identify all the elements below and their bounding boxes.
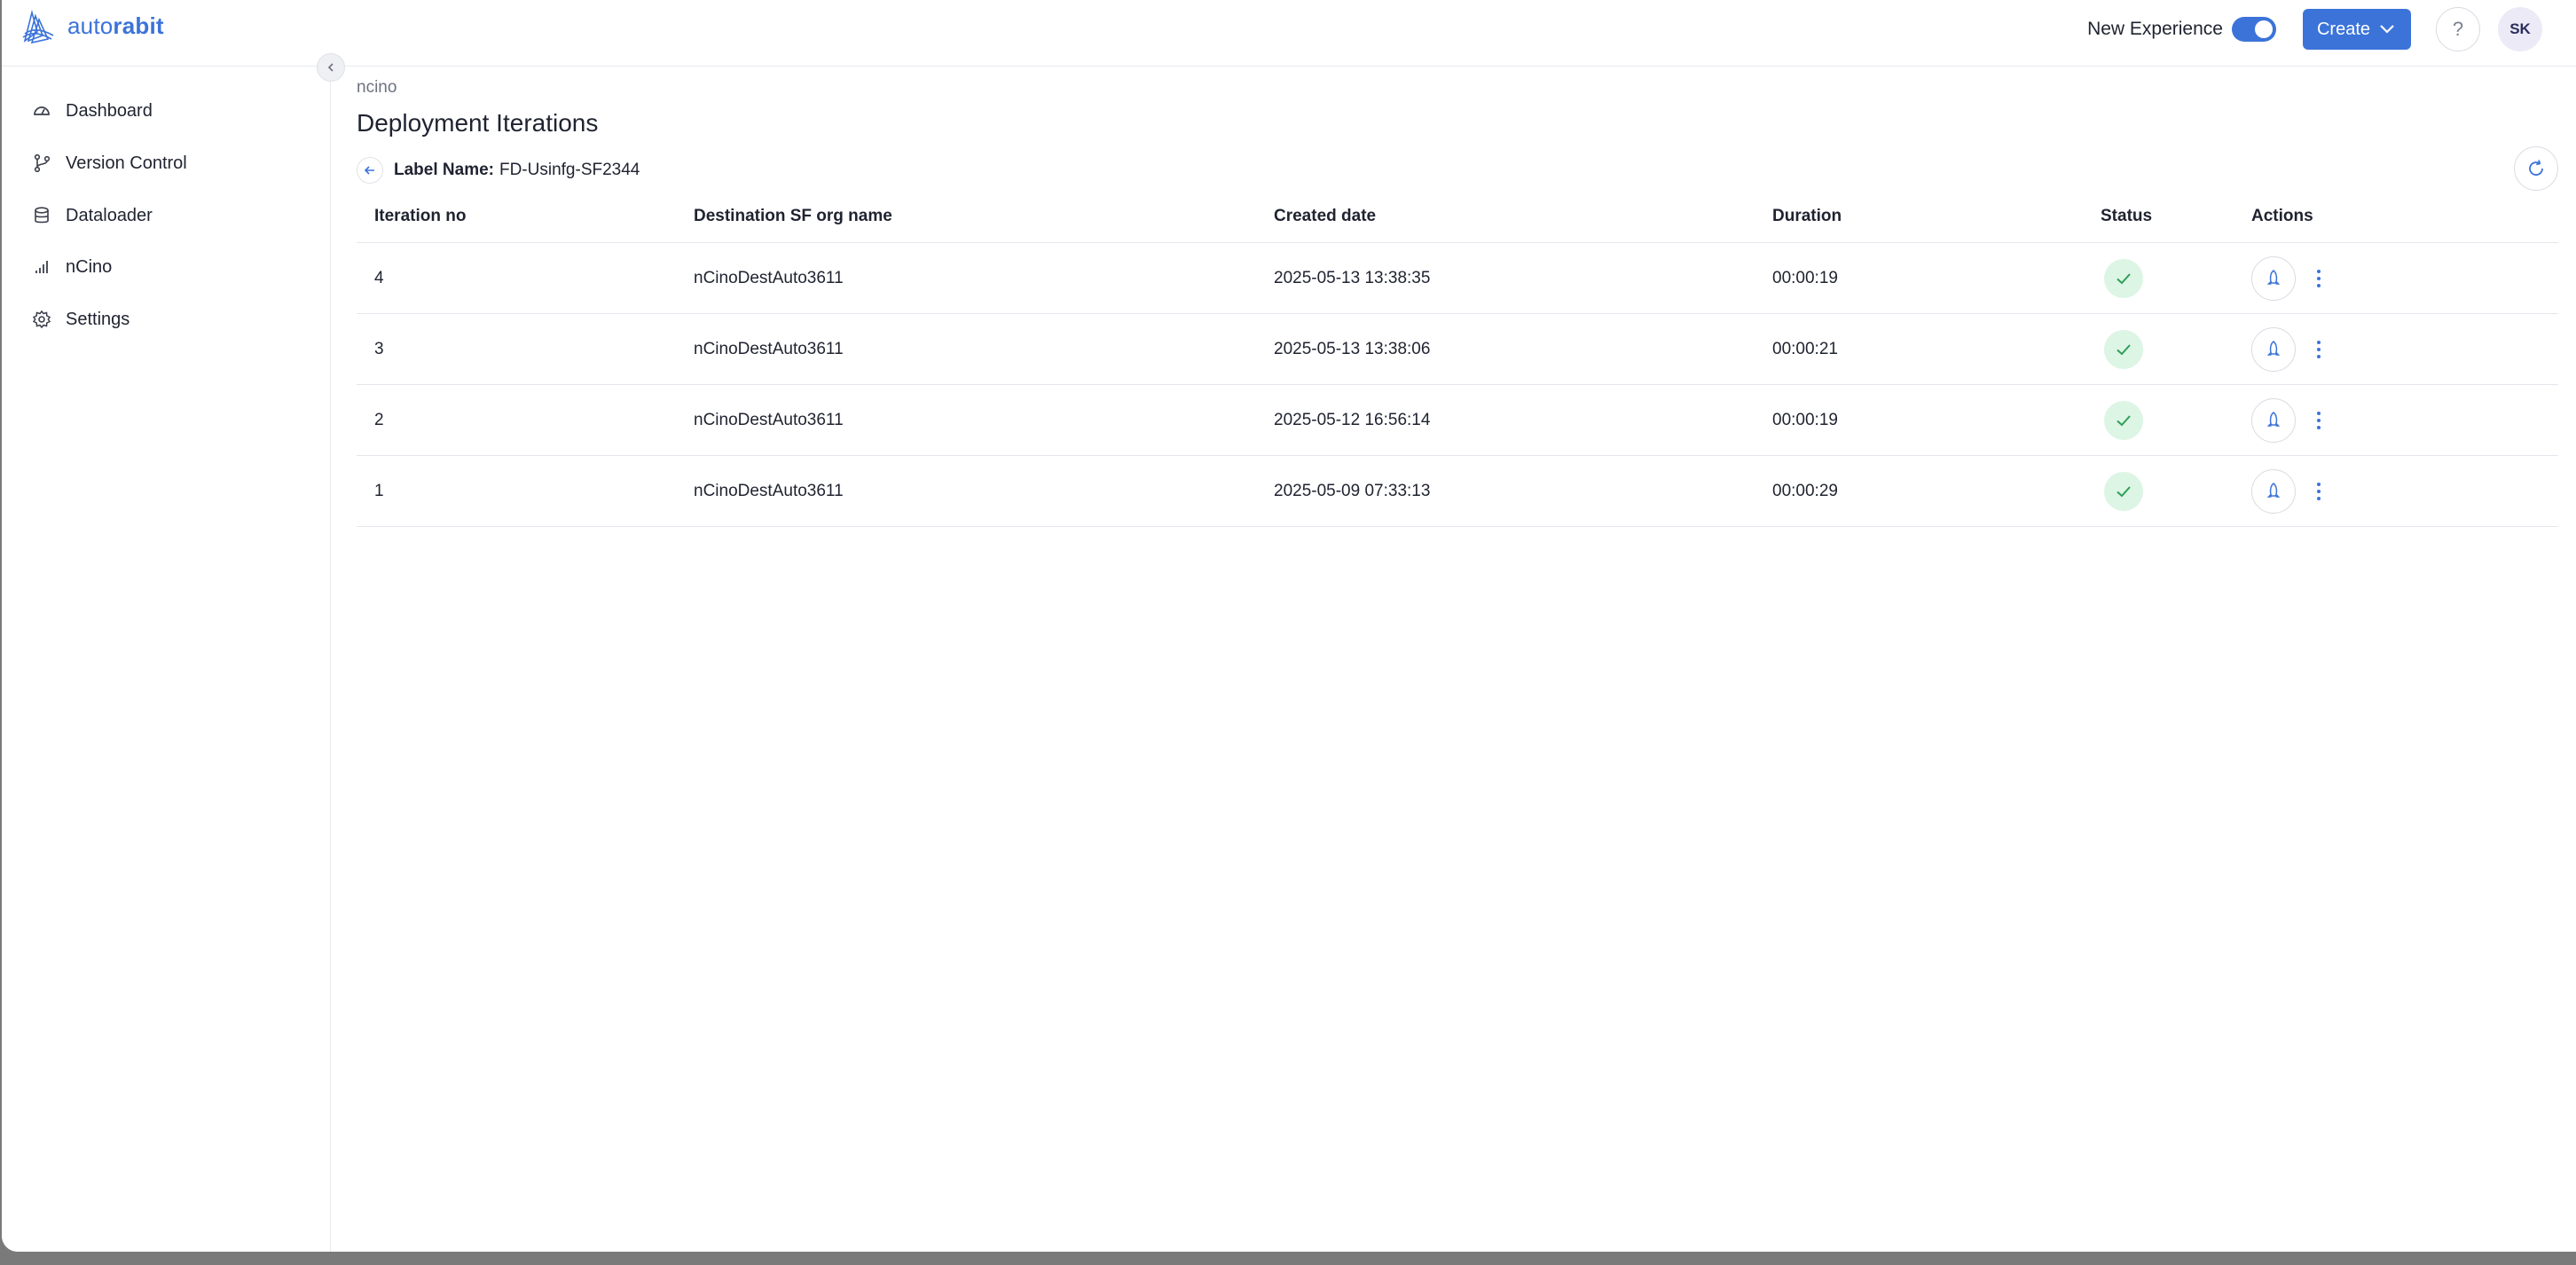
sidebar-item-dataloader[interactable]: Dataloader (32, 198, 153, 233)
row-actions (2251, 314, 2324, 384)
table-header: Iteration no Destination SF org name Cre… (357, 191, 2558, 243)
destination-org: nCinoDestAuto3611 (694, 339, 844, 358)
chevron-left-icon (327, 63, 334, 72)
label-name-value: FD-Usinfg-SF2344 (499, 161, 640, 179)
sidebar-item-dashboard[interactable]: Dashboard (32, 93, 153, 129)
main-content: ncino Deployment Iterations Label Name: … (357, 67, 2558, 1252)
header-actions: New Experience Create ? SK (2087, 7, 2542, 51)
back-button[interactable] (357, 157, 383, 184)
created-date: 2025-05-13 13:38:35 (1274, 268, 1431, 287)
question-mark-icon: ? (2452, 18, 2464, 40)
created-date: 2025-05-13 13:38:06 (1274, 339, 1431, 358)
breadcrumb[interactable]: ncino (357, 78, 397, 98)
status (2104, 456, 2143, 526)
check-icon (2117, 485, 2131, 497)
rocket-icon (2266, 411, 2281, 427)
more-options-button[interactable] (2313, 335, 2324, 364)
duration: 00:00:19 (1772, 268, 1838, 287)
page-title: Deployment Iterations (357, 109, 599, 137)
sidebar-item-label: nCino (66, 256, 113, 277)
table-row: 1 nCinoDestAuto3611 2025-05-09 07:33:13 … (357, 456, 2558, 527)
duration: 00:00:21 (1772, 339, 1838, 358)
iteration-no: 3 (374, 339, 384, 358)
git-branch-icon (34, 153, 51, 173)
top-bar: autorabit New Experience Create ? SK (2, 0, 2576, 67)
column-header-destination: Destination SF org name (694, 207, 892, 225)
check-icon (2117, 343, 2131, 355)
destination-org: nCinoDestAuto3611 (694, 481, 844, 500)
column-header-status: Status (2101, 207, 2153, 225)
new-experience-label: New Experience (2087, 19, 2223, 39)
column-header-duration: Duration (1772, 207, 1842, 225)
status-success-badge (2104, 329, 2143, 369)
create-button[interactable]: Create (2302, 9, 2411, 50)
column-header-actions: Actions (2251, 207, 2313, 225)
destination-org: nCinoDestAuto3611 (694, 268, 844, 287)
iteration-no: 4 (374, 268, 384, 287)
duration: 00:00:29 (1772, 481, 1838, 500)
sidebar-item-label: Settings (66, 309, 130, 329)
status (2104, 243, 2143, 313)
status-success-badge (2104, 400, 2143, 440)
sidebar-item-settings[interactable]: Settings (32, 302, 130, 337)
app-window: autorabit New Experience Create ? SK Das… (2, 0, 2576, 1252)
created-date: 2025-05-12 16:56:14 (1274, 410, 1431, 429)
check-icon (2117, 272, 2131, 284)
chevron-down-icon (2380, 25, 2394, 34)
row-actions (2251, 456, 2324, 526)
status (2104, 385, 2143, 455)
iterations-table: Iteration no Destination SF org name Cre… (357, 191, 2558, 527)
label-name-row: Label Name: FD-Usinfg-SF2344 (357, 157, 640, 184)
more-options-button[interactable] (2313, 264, 2324, 293)
gear-icon (32, 310, 51, 329)
table-row: 3 nCinoDestAuto3611 2025-05-13 13:38:06 … (357, 314, 2558, 385)
more-options-button[interactable] (2313, 406, 2324, 435)
refresh-button[interactable] (2514, 146, 2558, 191)
more-options-button[interactable] (2313, 477, 2324, 506)
sidebar-collapse-button[interactable] (317, 53, 345, 82)
bar-chart-icon (35, 261, 48, 273)
dashboard-icon (34, 106, 50, 115)
column-header-created-date: Created date (1274, 207, 1377, 225)
check-icon (2117, 414, 2131, 426)
create-button-label: Create (2316, 19, 2370, 39)
sidebar-item-label: Version Control (66, 153, 187, 173)
row-actions (2251, 385, 2324, 455)
refresh-icon (2529, 160, 2543, 176)
row-actions (2251, 243, 2324, 313)
arrow-left-icon (364, 166, 374, 175)
deploy-button[interactable] (2251, 468, 2296, 514)
user-avatar[interactable]: SK (2498, 7, 2542, 51)
iteration-no: 1 (374, 481, 384, 500)
rocket-icon (2266, 269, 2281, 285)
new-experience-toggle[interactable] (2231, 17, 2276, 42)
autorabit-logo-icon (22, 9, 54, 44)
rocket-icon (2266, 482, 2281, 498)
help-button[interactable]: ? (2436, 7, 2480, 51)
sidebar: Dashboard Version Control Dataloader nCi… (2, 67, 331, 1252)
table-row: 4 nCinoDestAuto3611 2025-05-13 13:38:35 … (357, 243, 2558, 314)
logo[interactable]: autorabit (20, 5, 164, 46)
status (2104, 314, 2143, 384)
deploy-button[interactable] (2251, 326, 2296, 372)
sidebar-item-ncino[interactable]: nCino (32, 249, 112, 285)
iteration-no: 2 (374, 410, 384, 429)
label-name-key: Label Name: (394, 161, 494, 179)
status-success-badge (2104, 258, 2143, 298)
destination-org: nCinoDestAuto3611 (694, 410, 844, 429)
logo-text: autorabit (67, 12, 164, 39)
sidebar-item-version-control[interactable]: Version Control (32, 145, 187, 181)
rocket-icon (2266, 340, 2281, 356)
deploy-button[interactable] (2251, 397, 2296, 443)
status-success-badge (2104, 471, 2143, 511)
deploy-button[interactable] (2251, 255, 2296, 301)
table-row: 2 nCinoDestAuto3611 2025-05-12 16:56:14 … (357, 385, 2558, 456)
duration: 00:00:19 (1772, 410, 1838, 429)
sidebar-item-label: Dashboard (66, 100, 153, 121)
column-header-iteration: Iteration no (374, 207, 467, 225)
created-date: 2025-05-09 07:33:13 (1274, 481, 1431, 500)
sidebar-item-label: Dataloader (66, 205, 153, 225)
database-icon (35, 207, 49, 224)
